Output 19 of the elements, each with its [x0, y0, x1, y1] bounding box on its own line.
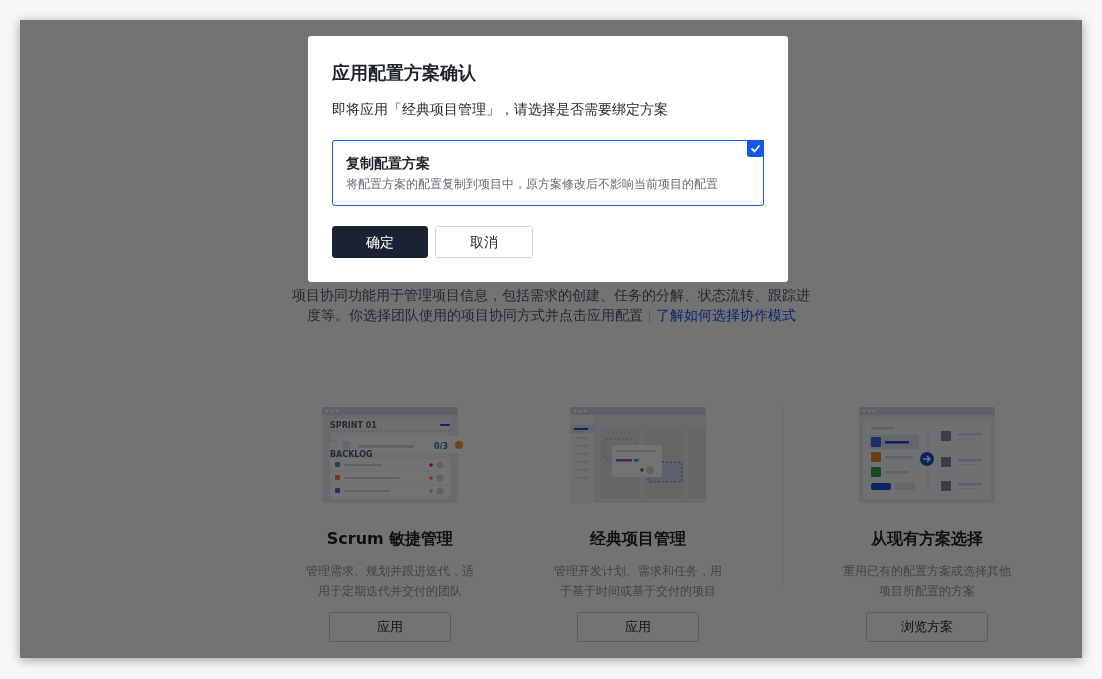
card-title: Scrum 敏捷管理	[326, 528, 454, 550]
apply-button[interactable]: 浏览方案	[866, 612, 988, 642]
confirm-button[interactable]: 确定	[332, 226, 428, 258]
progress-label: 0/3	[434, 442, 449, 451]
dialog-message: 即将应用「经典项目管理」，请选择是否需要绑定方案	[332, 100, 669, 119]
apply-button[interactable]: 应用	[329, 612, 451, 642]
apply-button[interactable]: 应用	[577, 612, 699, 642]
option-title: 复制配置方案	[346, 154, 431, 173]
intro-text: 项目协同功能用于管理项目信息，包括需求的创建、任务的分解、状态流转、跟踪进度等。你选择团队使用的项目协同方式并点击应用配置 了解如何选择协作模式	[291, 286, 811, 325]
dialog-title: 应用配置方案确认	[332, 61, 477, 85]
check-icon	[747, 140, 764, 157]
sprint-label: SPRINT 01	[330, 421, 377, 430]
backlog-label: BACKLOG	[330, 450, 373, 459]
card-title: 从现有方案选择	[871, 528, 983, 550]
copy-option-card[interactable]: 复制配置方案 将配置方案的配置复制到项目中，原方案修改后不影响当前项目的配置	[332, 140, 764, 206]
cancel-button[interactable]: 取消	[435, 226, 533, 258]
help-link[interactable]: 了解如何选择协作模式	[655, 307, 796, 323]
option-description: 将配置方案的配置复制到项目中，原方案修改后不影响当前项目的配置	[346, 176, 719, 193]
card-title: 经典项目管理	[590, 528, 686, 550]
